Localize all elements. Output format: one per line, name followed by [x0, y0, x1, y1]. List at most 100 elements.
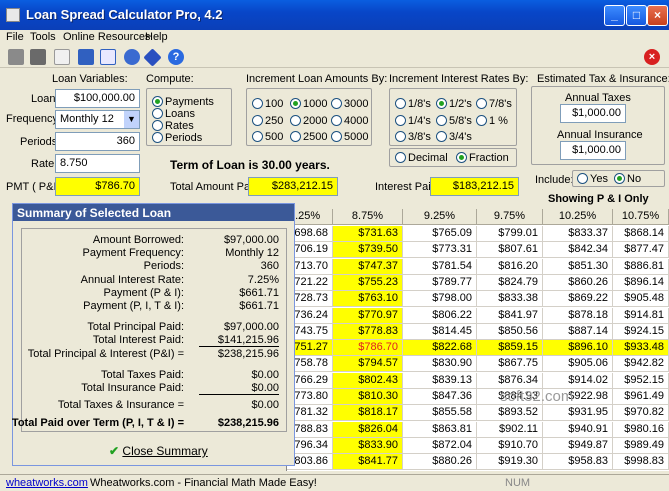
loan-inc-3000-radio[interactable]: 3000	[331, 98, 368, 110]
frequency-select[interactable]: Monthly 12 ▼	[55, 110, 140, 129]
table-cell[interactable]: $731.63	[333, 226, 403, 242]
table-cell[interactable]: $822.68	[403, 340, 477, 357]
annual-insurance-input[interactable]: $1,000.00	[560, 141, 626, 160]
table-cell[interactable]: $942.82	[613, 356, 669, 373]
table-cell[interactable]: $799.01	[477, 226, 543, 242]
close-summary-button[interactable]: ✔ Close Summary	[109, 444, 208, 458]
table-cell[interactable]: $961.49	[613, 389, 669, 405]
table-cell[interactable]: $887.14	[543, 323, 613, 340]
table-cell[interactable]: $841.77	[333, 454, 403, 471]
loan-input[interactable]: $100,000.00	[55, 89, 140, 108]
table-cell[interactable]: $914.02	[543, 372, 613, 389]
table-cell[interactable]: $806.22	[403, 307, 477, 324]
table-cell[interactable]: $789.77	[403, 274, 477, 291]
table-cell[interactable]: $770.97	[333, 307, 403, 324]
table-cell[interactable]: $876.34	[477, 372, 543, 389]
table-cell[interactable]: $781.54	[403, 258, 477, 275]
table-cell[interactable]: $773.31	[403, 242, 477, 259]
document-icon[interactable]	[54, 49, 70, 65]
periods-input[interactable]: 360	[55, 132, 140, 151]
table-cell[interactable]: $765.09	[403, 226, 477, 242]
annual-taxes-input[interactable]: $1,000.00	[560, 104, 626, 123]
minimize-button[interactable]: _	[604, 5, 625, 26]
table-cell[interactable]: $859.15	[477, 340, 543, 357]
table-cell[interactable]: $755.23	[333, 274, 403, 291]
table-cell[interactable]: $893.52	[477, 405, 543, 422]
wheatworks-link[interactable]: wheatworks.com	[6, 477, 88, 489]
rate-inc-1-2-radio[interactable]: 1/2's	[436, 98, 472, 110]
table-cell[interactable]: $902.11	[477, 421, 543, 438]
table-cell[interactable]: $970.82	[613, 405, 669, 422]
rate-inc-3-4-radio[interactable]: 3/4's	[436, 131, 472, 143]
table-cell[interactable]: $919.30	[477, 454, 543, 471]
table-cell[interactable]: $810.30	[333, 389, 403, 405]
menu-help[interactable]: Help	[145, 31, 168, 43]
menu-tools[interactable]: Tools	[30, 31, 56, 43]
table-cell[interactable]: $855.58	[403, 405, 477, 422]
table-cell[interactable]: $914.81	[613, 307, 669, 324]
table-cell[interactable]: $980.16	[613, 421, 669, 438]
compute-periods-radio[interactable]: Periods	[152, 132, 202, 144]
table-cell[interactable]: $869.22	[543, 291, 613, 308]
table-cell[interactable]: $850.56	[477, 323, 543, 340]
table-cell[interactable]: $794.57	[333, 356, 403, 373]
table-cell[interactable]: $802.43	[333, 372, 403, 389]
table-cell[interactable]: $778.83	[333, 323, 403, 340]
table-cell[interactable]: $814.45	[403, 323, 477, 340]
rate-inc-5-8-radio[interactable]: 5/8's	[436, 115, 472, 127]
calculator-icon[interactable]	[78, 49, 94, 65]
menu-file[interactable]: File	[6, 31, 24, 43]
compute-payments-radio[interactable]: Payments	[152, 96, 214, 108]
table-cell[interactable]: $924.15	[613, 323, 669, 340]
table-cell[interactable]: $886.81	[613, 258, 669, 275]
help-icon[interactable]: ?	[168, 49, 184, 65]
table-cell[interactable]: $868.14	[613, 226, 669, 242]
table-cell[interactable]: $933.48	[613, 340, 669, 357]
table-cell[interactable]: $833.37	[543, 226, 613, 242]
print-setup-icon[interactable]	[30, 49, 46, 65]
table-cell[interactable]: $896.10	[543, 340, 613, 357]
rate-inc-7-8-radio[interactable]: 7/8's	[476, 98, 512, 110]
rate-inc-1pct-radio[interactable]: 1 %	[476, 115, 508, 127]
table-cell[interactable]: $949.87	[543, 437, 613, 454]
table-cell[interactable]: $905.06	[543, 356, 613, 373]
table-cell[interactable]: $880.26	[403, 454, 477, 471]
table-cell[interactable]: $739.50	[333, 242, 403, 259]
loan-inc-4000-radio[interactable]: 4000	[331, 115, 368, 127]
table-cell[interactable]: $910.70	[477, 437, 543, 454]
loan-inc-250-radio[interactable]: 250	[252, 115, 283, 127]
table-cell[interactable]: $763.10	[333, 291, 403, 308]
exit-icon[interactable]: ×	[644, 49, 660, 65]
loan-inc-500-radio[interactable]: 500	[252, 131, 283, 143]
maximize-button[interactable]: □	[626, 5, 647, 26]
table-cell[interactable]: $878.18	[543, 307, 613, 324]
print-icon[interactable]	[8, 49, 24, 65]
table-cell[interactable]: $816.20	[477, 258, 543, 275]
table-cell[interactable]: $833.38	[477, 291, 543, 308]
table-cell[interactable]: $839.13	[403, 372, 477, 389]
arrow-icon[interactable]	[124, 49, 140, 65]
table-cell[interactable]: $851.30	[543, 258, 613, 275]
table-cell[interactable]: $860.26	[543, 274, 613, 291]
rate-inc-1-8-radio[interactable]: 1/8's	[395, 98, 431, 110]
payment-table[interactable]: 8.25% 8.75% 9.25% 9.75% 10.25% 10.75% $698.68 $…	[286, 209, 669, 471]
compute-loans-radio[interactable]: Loans	[152, 108, 195, 120]
table-cell[interactable]: $826.04	[333, 421, 403, 438]
table-cell[interactable]: $877.47	[613, 242, 669, 259]
include-no-radio[interactable]: No	[614, 173, 641, 185]
table-cell[interactable]: $989.49	[613, 437, 669, 454]
table-cell[interactable]: $867.75	[477, 356, 543, 373]
table-cell[interactable]: $872.04	[403, 437, 477, 454]
table-cell[interactable]: $833.90	[333, 437, 403, 454]
table-cell[interactable]: $747.37	[333, 258, 403, 275]
chevron-down-icon[interactable]: ▼	[124, 111, 139, 128]
table-cell[interactable]: $931.95	[543, 405, 613, 422]
table-cell[interactable]: $841.97	[477, 307, 543, 324]
table-cell[interactable]: $952.15	[613, 372, 669, 389]
table-cell[interactable]: $824.79	[477, 274, 543, 291]
loan-inc-2500-radio[interactable]: 2500	[290, 131, 327, 143]
close-window-button[interactable]: ×	[647, 5, 668, 26]
loan-inc-5000-radio[interactable]: 5000	[331, 131, 368, 143]
table-cell[interactable]: $905.48	[613, 291, 669, 308]
table-cell[interactable]: $786.70	[333, 340, 403, 357]
